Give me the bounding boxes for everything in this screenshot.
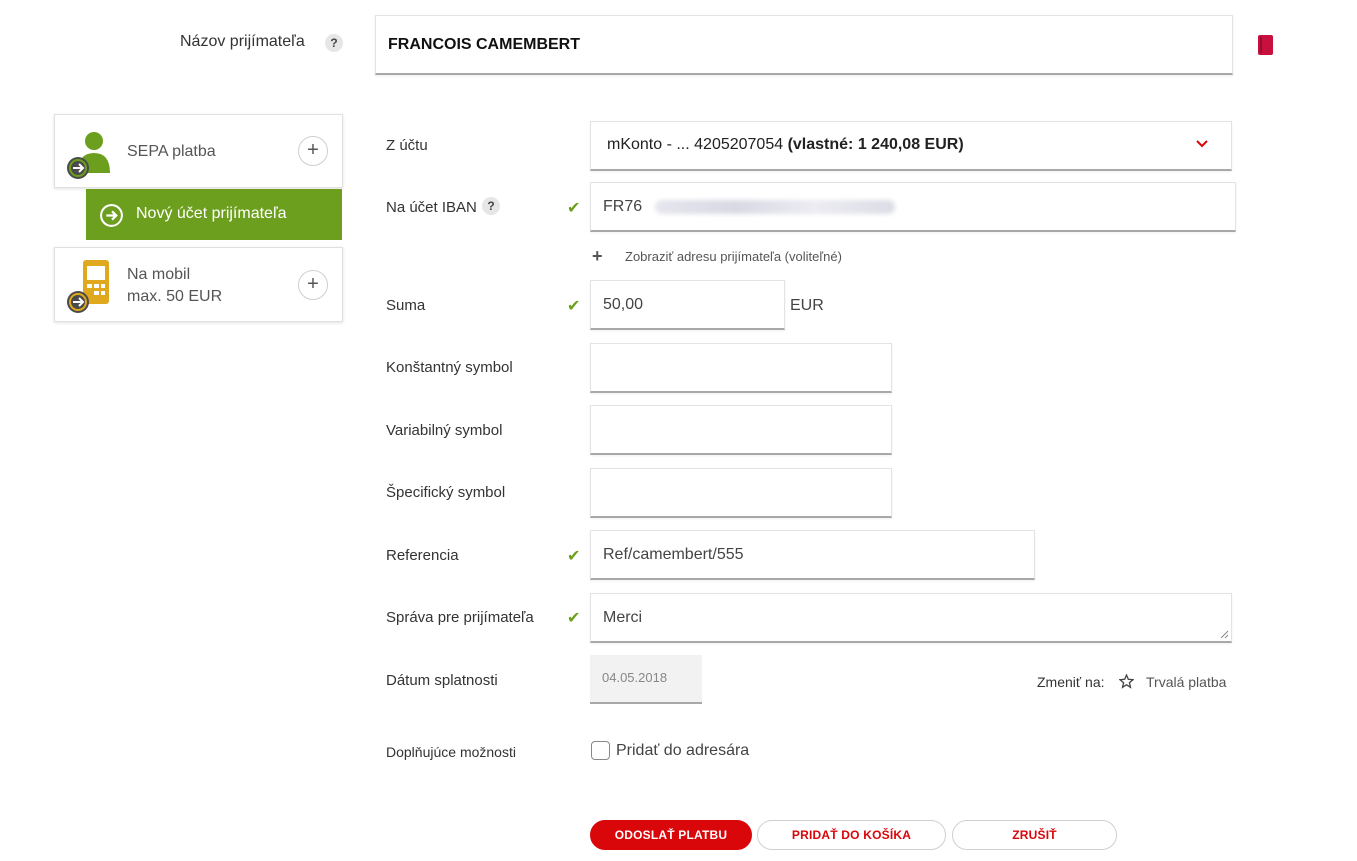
iban-input[interactable]: FR76 [590, 182, 1236, 232]
iban-masked-digits [654, 199, 895, 214]
chevron-down-icon [1196, 140, 1208, 148]
send-payment-button[interactable]: ODOSLAŤ PLATBU [590, 820, 752, 850]
help-icon[interactable]: ? [325, 34, 343, 52]
change-to-label: Zmeniť na: [1037, 674, 1105, 690]
person-transfer-icon [67, 132, 110, 179]
sepa-payment-label: SEPA platba [127, 143, 216, 160]
from-account-label: Z účtu [386, 137, 428, 154]
arrow-right-circle-icon [100, 204, 123, 227]
specific-symbol-input[interactable] [590, 468, 892, 518]
show-address-plus-icon[interactable]: + [592, 246, 603, 267]
sepa-payment-card[interactable]: SEPA platba + [54, 114, 343, 188]
specific-symbol-label: Špecifický symbol [386, 484, 506, 501]
message-value: Merci [603, 609, 643, 626]
constant-symbol-input[interactable] [590, 343, 892, 393]
cancel-button[interactable]: ZRUŠIŤ [952, 820, 1117, 850]
add-to-cart-button[interactable]: PRIDAŤ DO KOŠÍKA [757, 820, 946, 850]
new-recipient-account-label: Nový účet prijímateľa [136, 205, 287, 222]
reference-input[interactable]: Ref/camembert/555 [590, 530, 1035, 580]
check-icon: ✔ [567, 610, 581, 627]
message-textarea[interactable]: Merci [590, 593, 1232, 643]
message-label: Správa pre prijímateľa [386, 609, 534, 626]
new-recipient-account-item[interactable]: Nový účet prijímateľa [86, 189, 342, 240]
amount-label: Suma [386, 297, 426, 314]
reference-label: Referencia [386, 547, 459, 564]
iban-value: FR76 [603, 198, 643, 215]
help-icon[interactable]: ? [482, 197, 500, 215]
recipient-name-input[interactable]: FRANCOIS CAMEMBERT [375, 15, 1233, 75]
add-to-address-book-label[interactable]: Pridať do adresára [616, 742, 749, 760]
mobile-expand-button[interactable]: + [298, 270, 328, 300]
currency-label: EUR [790, 297, 824, 314]
mobile-label-line2: max. 50 EUR [127, 288, 223, 305]
resize-handle-icon[interactable] [1220, 630, 1229, 639]
sepa-expand-button[interactable]: + [298, 136, 328, 166]
check-icon: ✔ [567, 200, 581, 217]
recipient-name-label: Názov prijímateľa [180, 33, 305, 50]
mobile-payment-card[interactable]: Na mobil max. 50 EUR + [54, 247, 343, 322]
mobile-payment-label: Na mobil max. 50 EUR [127, 264, 222, 308]
amount-input[interactable]: 50,00 [590, 280, 785, 330]
mobile-phone-icon [67, 260, 109, 313]
extra-options-label: Doplňujúce možnosti [386, 744, 516, 760]
due-date-input[interactable]: 04.05.2018 [590, 655, 702, 704]
check-icon: ✔ [567, 548, 581, 565]
due-date-label: Dátum splatnosti [386, 672, 498, 689]
variable-symbol-input[interactable] [590, 405, 892, 455]
standing-order-link[interactable]: Trvalá platba [1146, 674, 1226, 690]
constant-symbol-label: Konštantný symbol [386, 359, 513, 376]
from-account-select[interactable]: mKonto - ... 4205207054 (vlastné: 1 240,… [590, 121, 1232, 171]
star-icon[interactable] [1119, 674, 1134, 689]
check-icon: ✔ [567, 298, 581, 315]
iban-label: Na účet IBAN [386, 199, 477, 216]
mobile-label-line1: Na mobil [127, 266, 191, 283]
from-account-value: mKonto - ... 4205207054 [607, 136, 788, 153]
address-book-icon[interactable] [1258, 35, 1273, 55]
variable-symbol-label: Variabilný symbol [386, 422, 503, 439]
from-account-balance: (vlastné: 1 240,08 EUR) [787, 136, 964, 153]
add-to-address-book-checkbox[interactable] [591, 741, 610, 760]
show-address-link[interactable]: Zobraziť adresu prijímateľa (voliteľné) [625, 249, 842, 264]
